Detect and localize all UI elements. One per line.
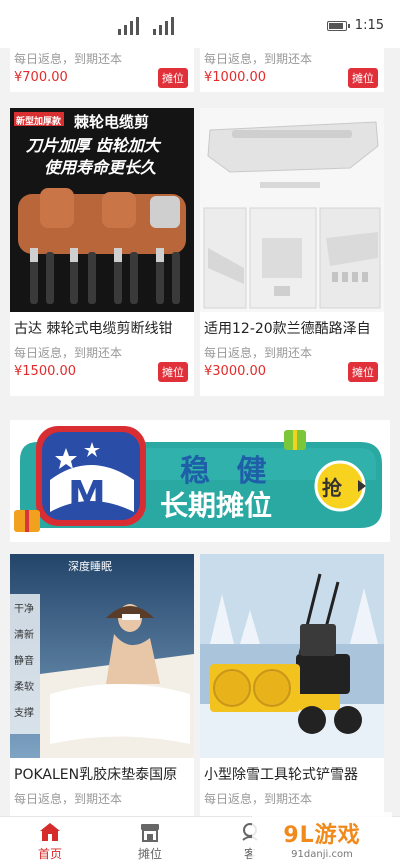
watermark-logo: 9L游戏 [283, 822, 361, 848]
tab-stall[interactable]: 摊位 [100, 817, 200, 866]
feature-label: 柔软 [14, 682, 34, 693]
product-desc: 每日返息，到期还本 [204, 346, 313, 360]
product-card[interactable]: 适用12-20款兰德酷路泽自 每日返息，到期还本 ¥3000.00 摊位 [200, 108, 384, 396]
battery-icon [326, 20, 350, 31]
product-price: ¥700.00 [14, 70, 68, 85]
product-card[interactable]: 深度睡眠 干净 清新 静音 柔软 支撑 POKALEN乳胶床垫泰国原 每日返息，… [10, 554, 194, 816]
product-desc: 每日返息，到期还本 [204, 792, 313, 806]
product-card[interactable]: 每日返息，到期还本 ¥1000.00 摊位 [200, 48, 384, 92]
product-title: 小型除雪工具轮式铲雪器 [204, 767, 358, 783]
stall-badge[interactable]: 摊位 [348, 362, 378, 382]
image-tag: 新型加厚款 [16, 117, 62, 127]
tab-label: 首页 [37, 846, 62, 861]
watermark-url: 91danji.com [291, 848, 353, 860]
product-desc: 每日返息，到期还本 [204, 52, 313, 66]
status-time: 1:15 [354, 18, 384, 33]
product-image [200, 554, 384, 758]
image-heading: 深度睡眠 [68, 560, 112, 573]
tab-home[interactable]: 首页 [0, 817, 100, 866]
stall-badge[interactable]: 摊位 [348, 68, 378, 88]
stall-badge[interactable]: 摊位 [158, 362, 188, 382]
feature-label: 干净 [14, 604, 34, 615]
status-bar: 1:15 [0, 0, 400, 48]
signal-icons [118, 17, 174, 35]
site-watermark: 9L游戏 91danji.com [252, 812, 392, 864]
feature-label: 静音 [14, 656, 34, 667]
image-heading: 棘轮电缆剪 [74, 113, 150, 131]
product-image: 新型加厚款 棘轮电缆剪 刀片加厚 齿轮加大 使用寿命更长久 [10, 108, 194, 312]
product-title: POKALEN乳胶床垫泰国原 [14, 767, 178, 783]
product-desc: 每日返息，到期还本 [14, 792, 123, 806]
feature-label: 支撑 [14, 708, 34, 719]
product-card[interactable]: 小型除雪工具轮式铲雪器 每日返息，到期还本 [200, 554, 384, 816]
tab-label: 摊位 [137, 846, 162, 861]
product-card[interactable]: 每日返息，到期还本 ¥700.00 摊位 [10, 48, 194, 92]
image-slogan-2: 使用寿命更长久 [44, 158, 157, 177]
product-image [200, 108, 384, 312]
product-title: 适用12-20款兰德酷路泽自 [204, 321, 371, 337]
product-price: ¥1500.00 [14, 364, 77, 379]
stall-badge[interactable]: 摊位 [158, 68, 188, 88]
image-slogan-1: 刀片加厚 齿轮加大 [26, 136, 160, 155]
home-icon [40, 822, 60, 841]
stall-icon [141, 823, 159, 842]
product-card[interactable]: 新型加厚款 棘轮电缆剪 刀片加厚 齿轮加大 使用寿命更长久 古达 棘轮式电缆剪断… [10, 108, 194, 396]
product-feed[interactable]: 每日返息，到期还本 ¥700.00 摊位 每日返息，到期还本 ¥1000.00 … [0, 48, 400, 816]
feature-label: 清新 [14, 630, 34, 641]
grab-button[interactable]: 抢 [322, 472, 342, 501]
product-image: 深度睡眠 干净 清新 静音 柔软 支撑 [10, 554, 194, 758]
product-title: 古达 棘轮式电缆剪断线钳 [14, 321, 173, 337]
banner-line2: 长期摊位 [160, 489, 273, 522]
promo-banner[interactable]: M 稳 健 长期摊位 抢 [10, 420, 390, 542]
product-price: ¥1000.00 [204, 70, 267, 85]
svg-text:M: M [68, 473, 106, 517]
product-price: ¥3000.00 [204, 364, 267, 379]
product-desc: 每日返息，到期还本 [14, 346, 123, 360]
product-desc: 每日返息，到期还本 [14, 52, 123, 66]
